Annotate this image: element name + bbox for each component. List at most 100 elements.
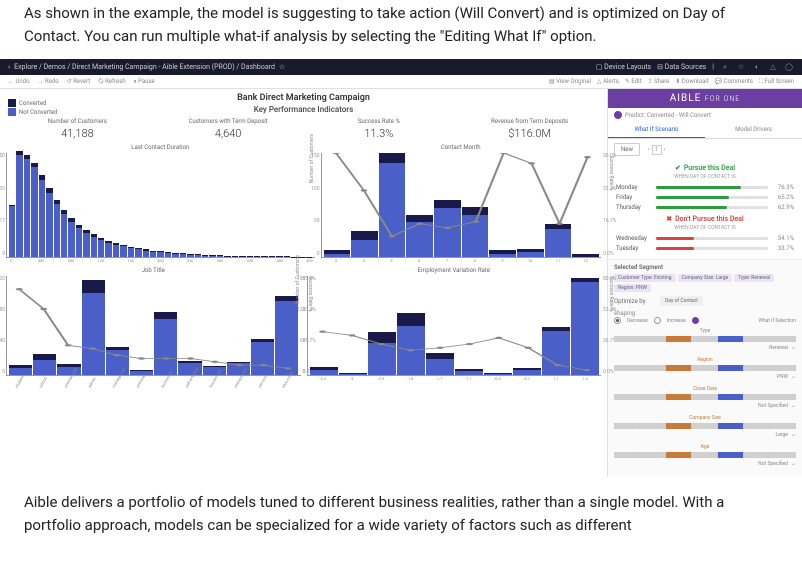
- chart-emp-var: Employment Variation Rate Number of Cust…: [307, 267, 602, 404]
- search-icon[interactable]: ⌕: [720, 62, 730, 72]
- optimize-select[interactable]: Day of Contact: [660, 296, 703, 306]
- bar: [513, 368, 541, 375]
- bar: [31, 163, 37, 257]
- device-layouts-button[interactable]: ▢ Device Layouts: [596, 63, 651, 71]
- comments-button[interactable]: 💬 Comments: [715, 78, 753, 86]
- kpi-card: Number of Customers41,188: [6, 118, 149, 140]
- star-nav-icon[interactable]: ☆: [736, 62, 746, 72]
- kpi-card: Customers with Term Deposit4,640: [157, 118, 300, 140]
- bar: [310, 367, 338, 375]
- radio-row: Decrease Increase What if Selection: [614, 317, 796, 324]
- bar: [406, 215, 433, 257]
- cross-icon: ✖: [666, 215, 672, 223]
- view-original-button[interactable]: ▤ View Original: [549, 78, 591, 86]
- sidebar-tabs: What If ScenarioModel Drivers: [608, 122, 802, 139]
- bar: [61, 210, 67, 257]
- legend-item: Not Converted: [8, 108, 58, 116]
- bar: [239, 256, 245, 257]
- refresh-button[interactable]: 🗘 Refresh: [98, 77, 125, 87]
- user-icon[interactable]: ◯: [784, 62, 794, 72]
- deal-row: Wednesday34.1%: [614, 235, 796, 242]
- slider-block[interactable]: TypeRenewal ⌄: [614, 328, 796, 351]
- share-button[interactable]: ⇪ Share: [648, 78, 670, 86]
- pause-button[interactable]: ⏸ Pause: [134, 78, 155, 86]
- bar: [83, 230, 89, 257]
- segment-tag[interactable]: Region: PNW: [614, 284, 651, 292]
- bar: [254, 256, 260, 257]
- download-button[interactable]: ⬇ Download: [675, 78, 708, 86]
- data-sources-button[interactable]: ⊟ Data Sources: [657, 63, 706, 71]
- aible-sidebar: AIBLE FOR ONE Predict: Converted - Will …: [607, 89, 802, 477]
- chevron-down-icon[interactable]: ⌄: [791, 373, 796, 380]
- dashboard-main: Bank Direct Marketing Campaign Converted…: [0, 89, 607, 477]
- segment-tag[interactable]: Customer Type: Existing: [614, 274, 676, 282]
- bar: [324, 250, 351, 257]
- bar: [91, 234, 97, 257]
- bar: [517, 249, 544, 257]
- bar: [24, 155, 30, 257]
- segment-tag[interactable]: Company Size: Large: [678, 274, 733, 282]
- slider-block[interactable]: AgeNot Specified ⌄: [614, 444, 796, 467]
- bar: [572, 254, 599, 257]
- slider-block[interactable]: Close DateNot Specified ⌄: [614, 386, 796, 409]
- window-topbar: ‹ Explore / Demos / Direct Marketing Cam…: [0, 59, 802, 75]
- chevron-down-icon[interactable]: ⌄: [791, 402, 796, 409]
- bar: [128, 247, 134, 257]
- bar: [195, 254, 201, 257]
- bar: [150, 251, 156, 257]
- bar: [368, 332, 396, 375]
- undo-button[interactable]: ← Undo: [8, 78, 30, 85]
- redo-button[interactable]: → Redo: [38, 78, 59, 85]
- legend-item: Converted: [8, 99, 58, 107]
- bell-icon[interactable]: △: [768, 62, 778, 72]
- revert-button[interactable]: ↺ Revert: [67, 78, 91, 85]
- chevron-down-icon[interactable]: ⌄: [791, 344, 796, 351]
- breadcrumb[interactable]: Explore / Demos / Direct Marketing Campa…: [14, 63, 275, 71]
- bar: [187, 254, 193, 257]
- radio-increase[interactable]: [654, 317, 661, 324]
- bar: [143, 249, 149, 257]
- bar: [397, 313, 425, 375]
- bar: [462, 207, 489, 257]
- clock-icon[interactable]: ◐: [752, 62, 762, 72]
- toolbar: ← Undo → Redo ↺ Revert 🗘 Refresh ⏸ Pause…: [0, 75, 802, 89]
- edit-button[interactable]: ✎ Edit: [625, 78, 642, 86]
- star-icon[interactable]: ☆: [279, 63, 285, 71]
- chart-contact-month: Contact Month Number of Customers Succes…: [321, 144, 601, 263]
- target-icon: [614, 111, 622, 119]
- bar: [120, 245, 126, 257]
- sidebar-tab[interactable]: What If Scenario: [608, 122, 705, 138]
- chevron-down-icon[interactable]: ⌄: [791, 431, 796, 438]
- aible-brand: AIBLE FOR ONE: [608, 89, 802, 108]
- check-icon: ✔: [675, 164, 681, 172]
- dont-pursue-header: ✖Don't Pursue this Deal: [614, 215, 796, 223]
- bar: [76, 225, 82, 257]
- kpi-subtitle: Key Performance Indicators: [6, 105, 601, 114]
- bar: [284, 256, 290, 257]
- dashboard-title: Bank Direct Marketing Campaign: [6, 93, 601, 103]
- pager[interactable]: ‹ 1 ›: [648, 145, 666, 155]
- kpi-card: Success Rate %11.3%: [308, 118, 451, 140]
- bar: [339, 373, 367, 375]
- bar: [16, 151, 22, 257]
- slider-block[interactable]: RegionPNW ⌄: [614, 357, 796, 380]
- chevron-down-icon[interactable]: ⌄: [791, 460, 796, 467]
- predict-info: Predict: Converted - Will Convert: [608, 108, 802, 122]
- bar: [261, 256, 267, 257]
- bar: [542, 327, 570, 375]
- sidebar-tab[interactable]: Model Drivers: [705, 122, 802, 138]
- bar: [135, 248, 141, 257]
- chart-last-contact: Last Contact Duration Number of Customer…: [6, 144, 315, 263]
- fullscreen-button[interactable]: ⛶ Full Screen: [759, 78, 794, 86]
- bar: [98, 238, 104, 257]
- bar: [46, 188, 52, 257]
- segment-header: Selected Segment: [614, 264, 796, 271]
- segment-tag[interactable]: Type: Renewal: [734, 274, 774, 282]
- deal-row: Tuesday33.7%: [614, 245, 796, 252]
- bar: [172, 253, 178, 257]
- bar: [276, 256, 282, 257]
- bar: [351, 231, 378, 257]
- alerts-button[interactable]: △ Alerts: [597, 78, 619, 86]
- back-chevron-icon[interactable]: ‹: [8, 63, 10, 71]
- slider-block[interactable]: Company SizeLarge ⌄: [614, 415, 796, 438]
